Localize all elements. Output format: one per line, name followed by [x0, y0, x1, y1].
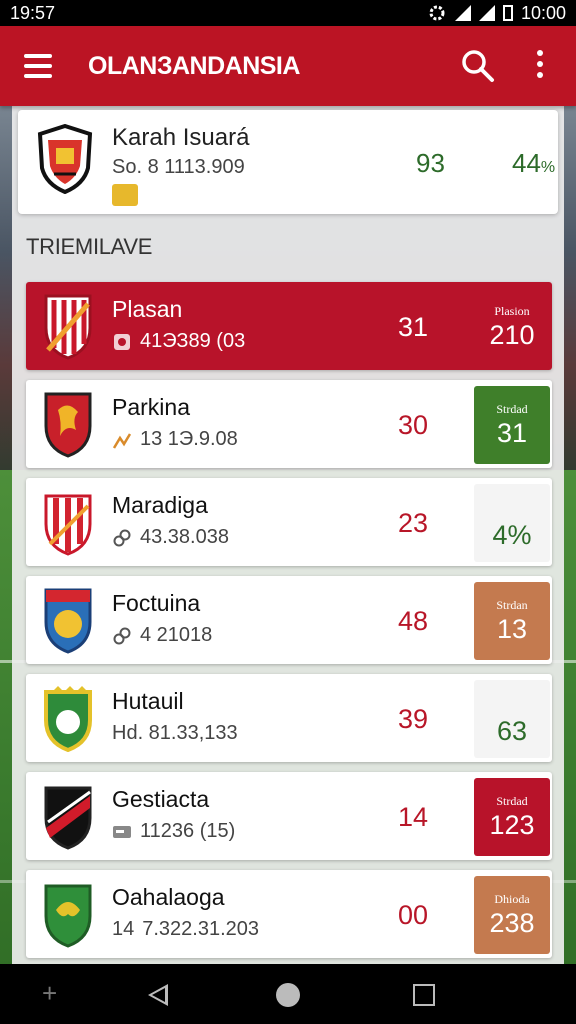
team-points: 14: [398, 802, 429, 832]
list-item[interactable]: Gestiacta 11236 (15) 14 Strdad 123: [26, 772, 552, 860]
team-name: Maradiga: [112, 492, 208, 518]
system-nav-bar: +: [0, 964, 576, 1024]
team-stats: Hd. 81.33,133: [112, 722, 238, 744]
list-item[interactable]: Parkina 13 1Э.9.08 30 Strdad 31: [26, 380, 552, 468]
team-crest-icon: [44, 494, 92, 556]
signal-icon: [454, 5, 471, 21]
team-points: 31: [398, 312, 429, 342]
featured-team-card[interactable]: Karah Isuará So. 8 1113.909 93 44%: [18, 110, 558, 214]
shield-icon: [114, 333, 130, 350]
team-crest-icon: [44, 686, 92, 752]
app-title: OLANЗANDANSIA: [88, 52, 300, 80]
stat-box-label: Plasion: [494, 304, 530, 318]
link-icon: [113, 627, 131, 644]
team-points: 00: [398, 900, 429, 930]
team-stats: 4 21018: [112, 624, 212, 647]
app-bar: OLANЗANDANSIA: [0, 26, 576, 106]
list-item[interactable]: Plasan 41ЭЗ89 (03 31 Plasion 210: [26, 282, 552, 370]
stat-box-label: Strdan: [496, 598, 528, 612]
plus-icon[interactable]: +: [42, 978, 57, 1009]
stat-box-label: [474, 696, 550, 710]
search-icon[interactable]: [460, 48, 496, 84]
settings-icon: [429, 5, 445, 21]
status-clock: 10:00: [520, 2, 566, 23]
chart-icon: [112, 432, 132, 449]
stat-box: Plasion 210: [474, 288, 550, 366]
featured-value-b: 44%: [512, 148, 556, 178]
stat-box-value: 31: [496, 418, 528, 448]
list-item[interactable]: Maradiga 43.38.038 23 4%: [26, 478, 552, 566]
stat-box-value: 4%: [492, 520, 532, 550]
team-name: Foctuina: [112, 590, 201, 616]
status-time: 19:57: [10, 2, 56, 23]
status-icons: 10:00: [427, 3, 566, 24]
stat-box: Strdad 31: [474, 386, 550, 464]
stat-box-label: Strdad: [496, 794, 528, 808]
back-icon[interactable]: [148, 984, 168, 1006]
stat-box-value: 63: [496, 716, 528, 746]
status-bar: 19:57 10:00: [0, 0, 576, 26]
recent-apps-icon[interactable]: [413, 984, 435, 1006]
badge-icon: [112, 184, 138, 206]
team-stats: 14 7.322.31.203: [112, 918, 260, 940]
team-stats: 11236 (15): [112, 820, 235, 843]
team-points: 30: [398, 410, 429, 440]
card-icon: [113, 825, 131, 838]
team-name: Hutauil: [112, 688, 184, 714]
menu-icon[interactable]: [24, 54, 54, 78]
section-title: TRIEMILAVE: [26, 234, 153, 259]
team-crest-icon: [37, 124, 93, 194]
stat-box-value: 13: [496, 614, 528, 644]
team-stats: 43.38.038: [112, 526, 229, 549]
team-crest-icon: [44, 392, 92, 458]
team-name: Gestiacta: [112, 786, 210, 812]
team-name: Parkina: [112, 394, 190, 420]
stat-box-label: [474, 500, 550, 514]
team-points: 39: [398, 704, 429, 734]
featured-value-a: 93: [416, 148, 445, 178]
stat-box-label: Dhioda: [494, 892, 530, 906]
stat-box-value: 123: [489, 810, 535, 840]
stat-box: 4%: [474, 484, 550, 562]
stat-box-label: Strdad: [496, 402, 528, 416]
home-icon[interactable]: [276, 983, 300, 1007]
list-item[interactable]: Hutauil Hd. 81.33,133 39 63: [26, 674, 552, 762]
team-crest-icon: [44, 786, 92, 850]
team-stats: 13 1Э.9.08: [112, 428, 238, 451]
featured-team-subtitle: So. 8 1113.909: [112, 156, 245, 178]
team-name: Oahalaoga: [112, 884, 225, 910]
team-crest-icon: [44, 884, 92, 948]
list-item[interactable]: Oahalaoga 14 7.322.31.203 00 Dhioda 238: [26, 870, 552, 958]
stat-box-value: 238: [489, 908, 535, 938]
more-options-icon[interactable]: [530, 50, 550, 82]
stat-box-value: 210: [489, 320, 535, 350]
wifi-icon: [478, 5, 495, 21]
team-name: Plasan: [112, 296, 183, 322]
battery-icon: [502, 5, 513, 21]
team-crest-icon: [44, 294, 92, 360]
team-stats: 41ЭЗ89 (03: [112, 330, 245, 353]
stat-box: Dhioda 238: [474, 876, 550, 954]
featured-team-name: Karah Isuará: [112, 124, 250, 151]
stat-box: Strdan 13: [474, 582, 550, 660]
team-points: 23: [398, 508, 429, 538]
link-icon: [113, 529, 131, 546]
team-points: 48: [398, 606, 429, 636]
stat-box: 63: [474, 680, 550, 758]
stat-box: Strdad 123: [474, 778, 550, 856]
team-crest-icon: [44, 588, 92, 654]
list-item[interactable]: Foctuina 4 21018 48 Strdan 13: [26, 576, 552, 664]
